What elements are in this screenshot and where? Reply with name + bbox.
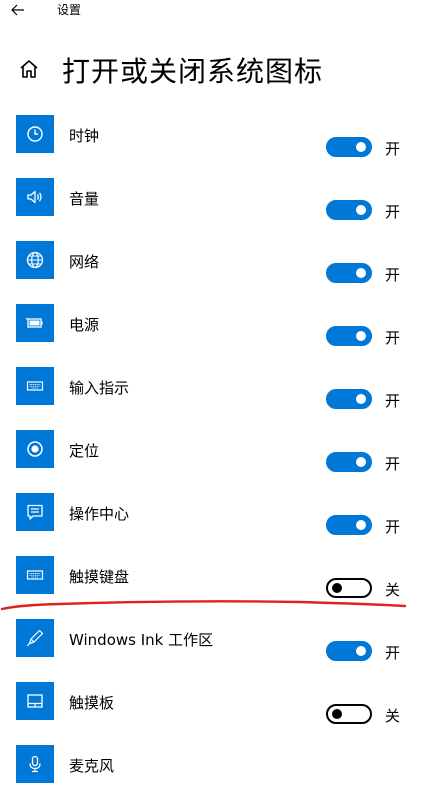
list-item-windows-ink: Windows Ink 工作区 开	[0, 619, 444, 682]
toggle-knob	[356, 268, 366, 278]
item-label: 时钟	[69, 127, 100, 145]
keyboard-icon	[16, 367, 54, 405]
item-label: Windows Ink 工作区	[69, 631, 214, 649]
touchpad-icon	[16, 682, 54, 720]
toggle-knob	[356, 331, 366, 341]
touch-keyboard-icon	[16, 556, 54, 594]
item-label: 触摸板	[69, 694, 115, 712]
toggle-knob	[356, 142, 366, 152]
settings-page: 设置 打开或关闭系统图标 时钟 开 音量 开 网络 开 电源 开 输入指示 开 …	[0, 0, 444, 800]
toggle-state-text: 关	[385, 707, 401, 725]
action-center-icon	[16, 493, 54, 531]
microphone-icon	[16, 745, 54, 783]
network-globe-icon	[16, 241, 54, 279]
page-header: 打开或关闭系统图标	[0, 50, 444, 94]
item-label: 网络	[69, 253, 100, 271]
list-item-touchpad: 触摸板 关	[0, 682, 444, 745]
action-center-toggle[interactable]	[326, 515, 372, 535]
toggle-knob	[356, 646, 366, 656]
input-indicator-toggle[interactable]	[326, 389, 372, 409]
toggle-state-text: 开	[385, 392, 401, 410]
toggle-state-text: 开	[385, 203, 401, 221]
list-item-network: 网络 开	[0, 241, 444, 304]
list-item-location: 定位 开	[0, 430, 444, 493]
item-label: 操作中心	[69, 505, 130, 523]
item-label: 音量	[69, 190, 100, 208]
volume-toggle[interactable]	[326, 200, 372, 220]
app-title: 设置	[57, 3, 82, 17]
list-item-volume: 音量 开	[0, 178, 444, 241]
list-item-action-center: 操作中心 开	[0, 493, 444, 556]
toggle-state-text: 开	[385, 266, 401, 284]
toggle-state-text: 关	[385, 581, 401, 599]
list-item-microphone: 麦克风	[0, 745, 444, 800]
volume-icon	[16, 178, 54, 216]
touch-keyboard-toggle[interactable]	[326, 578, 372, 598]
item-label: 定位	[69, 442, 100, 460]
list-item-input-indicator: 输入指示 开	[0, 367, 444, 430]
toggle-knob	[332, 709, 342, 719]
item-label: 触摸键盘	[69, 568, 130, 586]
toggle-knob	[356, 457, 366, 467]
home-icon[interactable]	[18, 58, 40, 80]
clock-toggle[interactable]	[326, 137, 372, 157]
location-icon	[16, 430, 54, 468]
title-bar: 设置	[0, 0, 444, 24]
item-label: 麦克风	[69, 757, 115, 775]
toggle-state-text: 开	[385, 644, 401, 662]
network-toggle[interactable]	[326, 263, 372, 283]
page-title: 打开或关闭系统图标	[62, 55, 324, 88]
battery-icon	[16, 304, 54, 342]
item-label: 输入指示	[69, 379, 130, 397]
toggle-knob	[356, 520, 366, 530]
toggle-state-text: 开	[385, 455, 401, 473]
location-toggle[interactable]	[326, 452, 372, 472]
toggle-knob	[356, 394, 366, 404]
pen-icon	[16, 619, 54, 657]
toggle-state-text: 开	[385, 518, 401, 536]
power-toggle[interactable]	[326, 326, 372, 346]
list-item-power: 电源 开	[0, 304, 444, 367]
back-arrow-icon	[11, 4, 24, 16]
toggle-state-text: 开	[385, 140, 401, 158]
list-item-clock: 时钟 开	[0, 115, 444, 178]
touchpad-toggle[interactable]	[326, 704, 372, 724]
red-annotation-underline	[0, 600, 407, 611]
windows-ink-toggle[interactable]	[326, 641, 372, 661]
item-label: 电源	[69, 316, 100, 334]
toggle-knob	[332, 583, 342, 593]
toggle-state-text: 开	[385, 329, 401, 347]
clock-icon	[16, 115, 54, 153]
toggle-knob	[356, 205, 366, 215]
back-button[interactable]	[8, 0, 28, 20]
